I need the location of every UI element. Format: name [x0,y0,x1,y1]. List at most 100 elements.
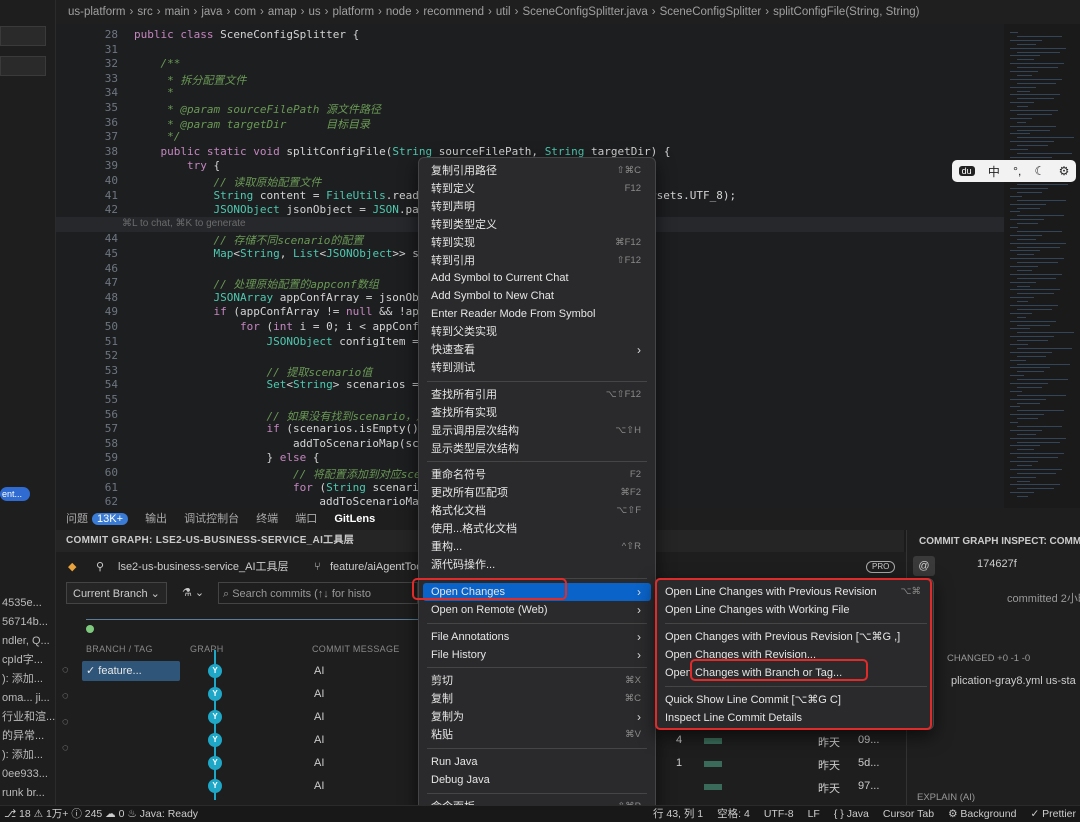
sidebar-commit-item[interactable]: 的异常... [0,726,56,746]
code-line[interactable]: // 处理原始配置的appconf数组 [134,276,378,292]
breadcrumb-item[interactable]: SceneConfigSplitter.java [522,6,647,18]
menu-item[interactable]: 重构... ^⇧R [423,538,651,556]
code-line[interactable]: public class SceneConfigSplitter { [134,28,359,41]
menu-item[interactable]: 查找所有引用 ⌥⇧F12 [423,386,651,404]
commit-message[interactable]: AI [314,780,324,792]
menu-item[interactable]: 复制 ⌘C [423,690,651,708]
tab-gitlens[interactable]: GitLens [334,513,375,525]
minimap[interactable] [1004,24,1080,508]
explain-ai-section[interactable]: EXPLAIN (AI) [917,792,975,803]
menu-item[interactable]: 转到声明 [423,198,651,216]
code-line[interactable]: * [134,86,174,99]
tab-ports[interactable]: 端口 [295,513,317,525]
breadcrumb-item[interactable]: java [201,6,222,18]
menu-item[interactable]: 显示类型层次结构 [423,440,651,458]
menu-item[interactable]: 转到测试 [423,359,651,377]
breadcrumb-item[interactable]: SceneConfigSplitter [660,6,762,18]
cloud-icon[interactable]: ◌ [62,690,69,702]
menu-item[interactable]: Enter Reader Mode From Symbol [423,305,651,323]
ime-chinese-toggle[interactable]: 中 [988,163,1000,180]
code-line[interactable]: public static void splitConfigFile(Strin… [134,145,671,158]
menu-item[interactable]: Debug Java [423,771,651,789]
menu-item[interactable]: 粘贴 ⌘V [423,726,651,744]
breadcrumb-item[interactable]: main [165,6,190,18]
commit-node[interactable]: Y [208,756,222,770]
menu-item[interactable]: Add Symbol to New Chat [423,287,651,305]
sidebar-commit-item[interactable]: oma... ji... [0,688,56,708]
sidebar-commit-item[interactable]: ndler, Q... [0,631,56,651]
left-chip[interactable]: ent... [0,487,30,501]
breadcrumb-item[interactable]: com [234,6,256,18]
sidebar-dropdown[interactable] [0,56,46,76]
commit-message[interactable]: AI [314,665,324,677]
status-item[interactable]: LF [808,808,820,820]
menu-item[interactable]: 更改所有匹配项 ⌘F2 [423,484,651,502]
commit-node[interactable]: Y [208,710,222,724]
breadcrumb-item[interactable]: src [137,6,152,18]
current-branch-dropdown[interactable]: Current Branch ⌄ [66,582,167,604]
sidebar-commit-item[interactable]: ): 添加... [0,745,56,765]
git-branch-icon[interactable]: ◌ [62,664,69,676]
breadcrumb-item[interactable]: util [496,6,511,18]
row-sha[interactable]: 09... [858,734,879,746]
code-line[interactable]: // 读取原始配置文件 [134,174,321,190]
status-item[interactable]: ✓ Prettier [1030,808,1076,820]
menu-item[interactable]: 转到类型定义 [423,216,651,234]
sidebar-commit-item[interactable]: cpId字... [0,650,56,670]
status-item[interactable]: 行 43, 列 1 [653,808,703,820]
tag-icon[interactable]: ◌ [62,742,69,754]
menu-item[interactable]: 快速查看 › [423,341,651,359]
row-sha[interactable]: 97... [858,780,879,792]
code-line[interactable]: * @param sourceFilePath 源文件路径 [134,101,381,117]
menu-item[interactable]: 复制为 › [423,708,651,726]
commit-node[interactable]: Y [208,664,222,678]
breadcrumb-item[interactable]: amap [268,6,297,18]
commit-message[interactable]: AI [314,711,324,723]
row-sha[interactable]: 5d... [858,757,879,769]
breadcrumb-item[interactable]: recommend [423,6,484,18]
code-line[interactable]: } else { [134,451,319,464]
at-icon[interactable]: @ [913,556,935,576]
ime-punct-toggle[interactable]: °, [1013,164,1021,178]
code-line[interactable]: */ [134,130,180,143]
sidebar-commit-item[interactable]: 56714b... [0,612,56,632]
code-line[interactable]: try { [134,159,220,172]
filter-icon[interactable]: ⚗ ⌄ [182,582,204,604]
menu-item[interactable]: 重命名符号 F2 [423,466,651,484]
code-line[interactable]: * 拆分配置文件 [134,72,246,88]
menu-item[interactable]: 使用...格式化文档 [423,520,651,538]
sidebar-commit-item[interactable]: 行业和渲... [0,707,56,727]
status-item[interactable]: Cursor Tab [883,808,934,820]
tab-terminal[interactable]: 终端 [256,513,278,525]
branch-selector[interactable]: feature/aiAgentToo [330,556,422,578]
breadcrumb-item[interactable]: us-platform [68,6,126,18]
gear-icon[interactable]: ⚙ [1059,164,1070,178]
ime-toolbar[interactable]: du 中 °, ☾ ⚙ [952,160,1076,182]
ime-logo-icon[interactable]: du [958,166,975,176]
code-line[interactable]: /** [134,57,180,70]
menu-item[interactable]: File History › [423,646,651,664]
menu-item[interactable]: 查找所有实现 [423,404,651,422]
status-item[interactable]: ⚙ Background [948,808,1016,820]
sidebar-commit-item[interactable]: runk br... [0,783,56,803]
status-item[interactable]: { } Java [834,808,869,820]
code-line-tail[interactable]: rsets.UTF_8); [650,189,736,202]
gitlens-icon[interactable]: ◆ [68,556,76,578]
menu-item[interactable]: 复制引用路径 ⇧⌘C [423,162,651,180]
tab-problems[interactable]: 问题 [66,513,88,525]
menu-item[interactable]: 源代码操作... [423,556,651,574]
breadcrumb-item[interactable]: platform [333,6,375,18]
menu-item[interactable]: 剪切 ⌘X [423,672,651,690]
commit-message[interactable]: AI [314,734,324,746]
menu-item[interactable]: 转到实现 ⌘F12 [423,234,651,252]
breadcrumb-item[interactable]: splitConfigFile(String, String) [773,6,919,18]
menu-item[interactable]: File Annotations › [423,628,651,646]
menu-item[interactable]: 转到定义 F12 [423,180,651,198]
breadcrumb-item[interactable]: node [386,6,412,18]
code-line[interactable]: * @param targetDir 目标目录 [134,116,370,132]
commit-node[interactable]: Y [208,779,222,793]
commit-message[interactable]: AI [314,757,324,769]
status-left[interactable]: ⎇ 18 ⚠ 1万+ ⓘ 245 ☁ 0 ♨ Java: Ready [4,806,198,822]
search-commits-input[interactable]: ⌕ Search commits (↑↓ for histo [218,582,418,604]
commit-node[interactable]: Y [208,733,222,747]
